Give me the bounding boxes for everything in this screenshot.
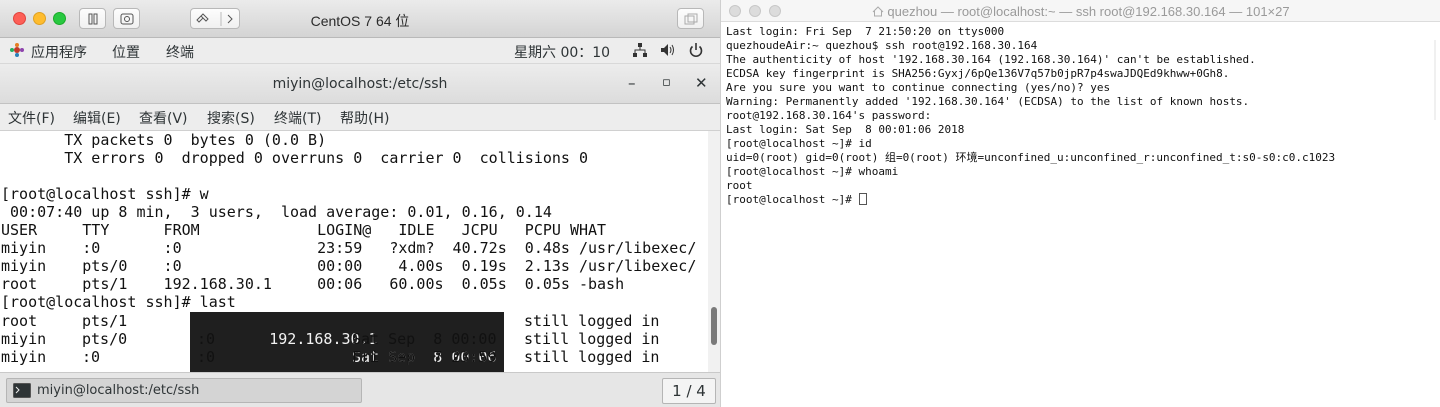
last-tty: pts/1: [82, 312, 128, 330]
terminal-line: 00:07:40 up 8 min, 3 users, load average…: [1, 203, 552, 221]
fullscreen-button[interactable]: [677, 8, 704, 29]
last-user: root: [1, 312, 38, 330]
last-date: Sat Sep 8 00:00: [352, 330, 497, 348]
mac-titlebar: quezhou — root@localhost:~ — ssh root@19…: [721, 0, 1440, 22]
last-tty: pts/0: [82, 330, 128, 348]
terminal-line: [root@localhost ssh]# w: [1, 185, 209, 203]
terminal-line: uid=0(root) gid=0(root) 组=0(root) 环境=unc…: [726, 151, 1336, 164]
last-date: Fri Sep 7 23:59: [352, 348, 497, 366]
mac-scrollbar[interactable]: [1433, 40, 1437, 120]
terminal-scrollbar[interactable]: [708, 131, 720, 372]
mac-terminal-window: quezhou — root@localhost:~ — ssh root@19…: [720, 0, 1440, 407]
menu-terminal[interactable]: 终端(T): [274, 108, 321, 128]
terminal-line: TX errors 0 dropped 0 overruns 0 carrier…: [1, 149, 588, 167]
terminal-line: [root@localhost ~]# whoami: [726, 165, 899, 178]
last-user: miyin: [1, 330, 47, 348]
terminal-line: ECDSA key fingerprint is SHA256:Gyxj/6pQ…: [726, 67, 1230, 80]
menu-file[interactable]: 文件(F): [8, 108, 55, 128]
network-icon[interactable]: [632, 42, 648, 59]
terminal-line: The authenticity of host '192.168.30.164…: [726, 53, 1256, 66]
terminal-line: Warning: Permanently added '192.168.30.1…: [726, 95, 1250, 108]
menu-edit[interactable]: 编辑(E): [73, 108, 121, 128]
text-cursor: [859, 193, 868, 205]
menu-search[interactable]: 搜索(S): [207, 108, 255, 128]
last-status: still logged in: [524, 348, 660, 366]
last-row: miyin pts/0 :0 Sat Sep 8 00:00 still log…: [1, 330, 701, 348]
maximize-button[interactable]: ▫: [662, 75, 671, 90]
terminal-line: miyin pts/0 :0 00:00 4.00s 0.19s 2.13s /…: [1, 257, 697, 275]
volume-icon[interactable]: [659, 42, 677, 59]
mac-title-text: quezhou — root@localhost:~ — ssh root@19…: [887, 4, 1290, 19]
mac-title: quezhou — root@localhost:~ — ssh root@19…: [721, 4, 1440, 19]
scrollbar-thumb[interactable]: [711, 307, 717, 345]
taskbar-terminal-item[interactable]: miyin@localhost:/etc/ssh: [6, 378, 362, 403]
prompt: [root@localhost ~]#: [726, 193, 859, 206]
last-row: root pts/1 192.168.30.1 Sat Sep 8 00:06 …: [1, 312, 701, 372]
terminal-app-menu[interactable]: 终端: [166, 42, 194, 62]
vm-titlebar: CentOS 7 64 位: [0, 0, 720, 38]
menu-view[interactable]: 查看(V): [139, 108, 188, 128]
last-row: miyin :0 :0 Fri Sep 7 23:59 still logged…: [1, 348, 701, 366]
fullscreen-icon: [684, 13, 697, 24]
taskbar-item-label: miyin@localhost:/etc/ssh: [37, 383, 200, 398]
terminal-line: [root@localhost ~]# id: [726, 137, 872, 150]
terminal-line: Last login: Fri Sep 7 21:50:20 on ttys00…: [726, 25, 1005, 38]
gnome-top-bar: 应用程序 位置 终端 星期六 00：10: [0, 38, 720, 64]
terminal-menubar: 文件(F) 编辑(E) 查看(V) 搜索(S) 终端(T) 帮助(H): [0, 104, 720, 131]
clock[interactable]: 星期六 00：10: [514, 42, 610, 62]
minimize-button[interactable]: –: [628, 74, 636, 92]
window-list-bar: miyin@localhost:/etc/ssh 1 / 4: [0, 372, 720, 407]
terminal-line: root pts/1 192.168.30.1 00:06 60.00s 0.0…: [1, 275, 625, 293]
terminal-line: miyin :0 :0 23:59 ?xdm? 40.72s 0.48s /us…: [1, 239, 697, 257]
places-menu[interactable]: 位置: [112, 42, 140, 62]
menu-help[interactable]: 帮助(H): [340, 108, 389, 128]
terminal-titlebar: miyin@localhost:/etc/ssh – ▫ ✕: [0, 65, 720, 104]
last-tty: :0: [82, 348, 101, 366]
vm-title: CentOS 7 64 位: [310, 13, 410, 29]
vm-window: CentOS 7 64 位 应用程序 位置 终端 星期六 00：10 miyin…: [0, 0, 720, 407]
terminal-line: USER TTY FROM LOGIN@ IDLE JCPU PCPU WHAT: [1, 221, 607, 239]
last-host: :0: [197, 348, 216, 366]
home-icon: [873, 6, 884, 17]
scrollbar-track: [1434, 40, 1436, 120]
terminal-line: root@192.168.30.164's password:: [726, 109, 932, 122]
prompt-line: [root@localhost ~]#: [726, 193, 1426, 207]
terminal-line: Are you sure you want to continue connec…: [726, 81, 1111, 94]
close-button[interactable]: ✕: [695, 74, 708, 92]
terminal-line: [root@localhost ssh]# last: [1, 293, 236, 311]
terminal-line: TX packets 0 bytes 0 (0.0 B): [1, 131, 327, 149]
terminal-title: miyin@localhost:/etc/ssh: [272, 76, 448, 92]
terminal-line: root: [726, 179, 753, 192]
power-icon[interactable]: [688, 42, 704, 59]
workspace-indicator[interactable]: 1 / 4: [662, 378, 716, 404]
last-status: still logged in: [524, 312, 660, 330]
terminal-line: Last login: Sat Sep 8 00:01:06 2018: [726, 123, 965, 136]
terminal-icon: [13, 383, 31, 398]
terminal-output[interactable]: TX packets 0 bytes 0 (0.0 B) TX errors 0…: [0, 131, 708, 372]
last-user: miyin: [1, 348, 47, 366]
applications-icon: [9, 42, 25, 59]
mac-terminal-output[interactable]: Last login: Fri Sep 7 21:50:20 on ttys00…: [726, 25, 1426, 405]
last-host: :0: [197, 330, 216, 348]
applications-menu[interactable]: 应用程序: [31, 42, 87, 62]
terminal-line: quezhoudeAir:~ quezhou$ ssh root@192.168…: [726, 39, 1038, 52]
last-status: still logged in: [524, 330, 660, 348]
